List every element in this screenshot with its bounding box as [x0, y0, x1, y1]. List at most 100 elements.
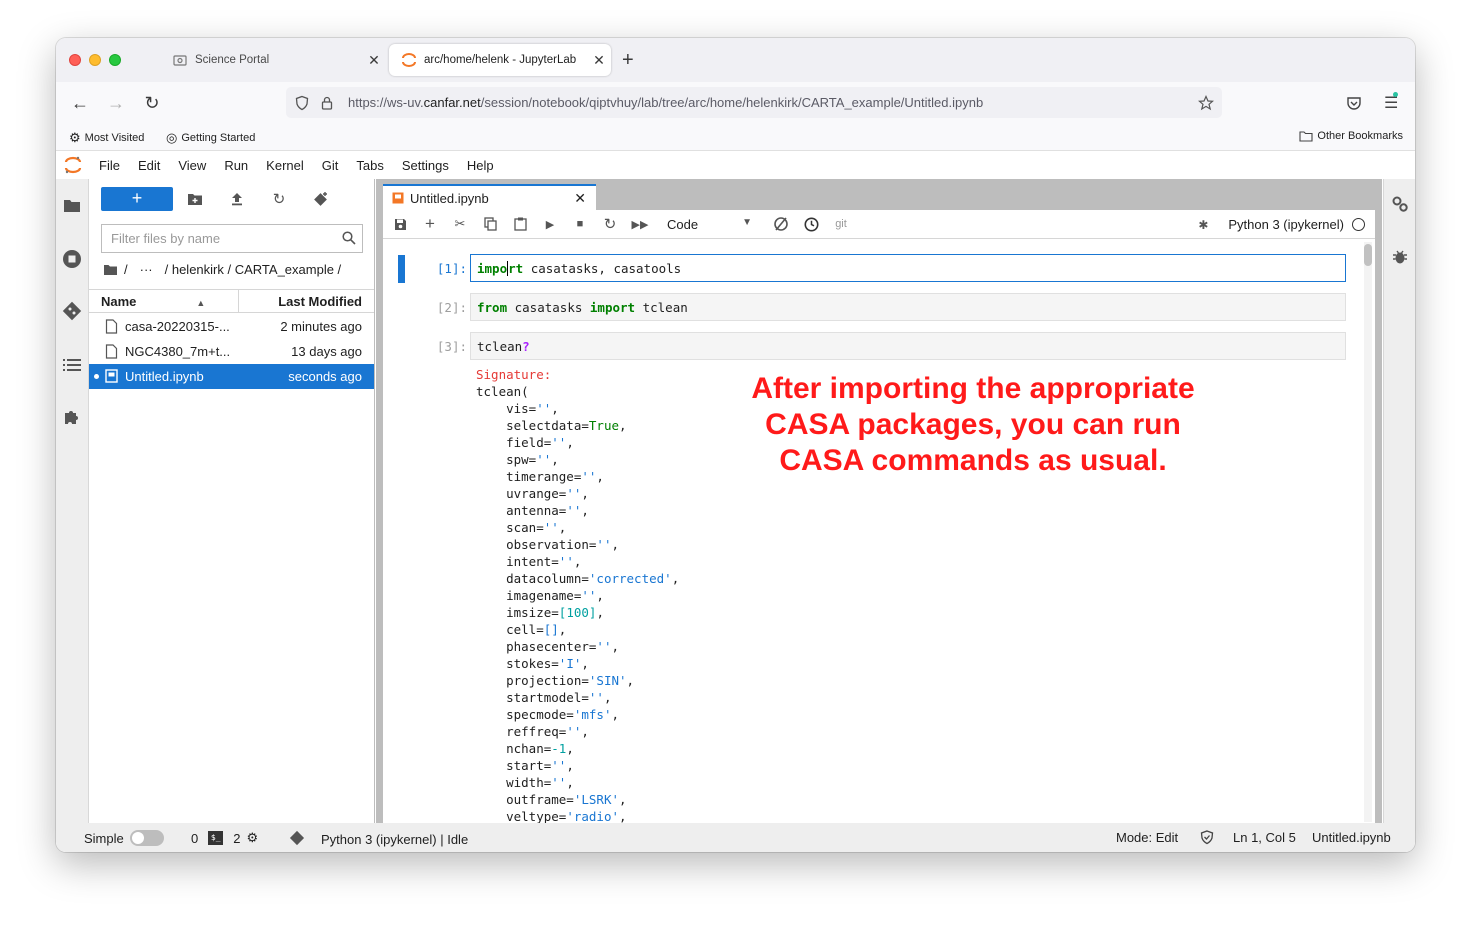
save-icon[interactable] — [385, 214, 415, 234]
document-tabbar: Untitled.ipynb ✕ — [376, 179, 1382, 210]
close-tab-icon[interactable]: ✕ — [587, 52, 611, 69]
file-row-selected[interactable]: Untitled.ipynb seconds ago — [89, 364, 374, 389]
bookmark-label: Other Bookmarks — [1317, 130, 1403, 142]
file-row[interactable]: NGC4380_7m+t... 13 days ago — [89, 339, 374, 364]
run-cell-icon[interactable]: ▶ — [535, 214, 565, 234]
breadcrumb-root[interactable]: / — [124, 262, 128, 277]
right-sidebar — [1383, 179, 1415, 824]
bookmark-star-icon[interactable] — [1198, 94, 1214, 111]
cell-type-value: Code — [667, 216, 699, 232]
extensions-puzzle-icon[interactable] — [62, 407, 82, 427]
upload-icon[interactable] — [229, 191, 245, 207]
menu-settings[interactable]: Settings — [393, 158, 458, 173]
breadcrumb-ellipsis[interactable]: ··· — [140, 262, 153, 277]
file-browser-toolbar: + ↻ — [89, 179, 374, 219]
jupyter-favicon-icon — [401, 52, 417, 68]
new-folder-icon[interactable] — [187, 191, 203, 207]
running-sessions-icon[interactable] — [62, 249, 82, 269]
menu-tabs[interactable]: Tabs — [347, 158, 392, 173]
filter-files-input[interactable]: Filter files by name — [101, 224, 363, 253]
menu-edit[interactable]: Edit — [129, 158, 169, 173]
folder-icon[interactable] — [62, 195, 82, 215]
toggle-switch[interactable] — [129, 830, 164, 846]
minimize-window-button[interactable] — [89, 54, 101, 66]
close-window-button[interactable] — [69, 54, 81, 66]
close-tab-icon[interactable]: ✕ — [362, 52, 386, 69]
kernel-sync-icon[interactable] — [766, 214, 796, 234]
gear-icon: ⚙ — [69, 130, 81, 145]
git-label[interactable]: git — [826, 214, 856, 234]
pocket-icon[interactable] — [1346, 95, 1362, 111]
back-icon[interactable]: ← — [69, 92, 91, 114]
menu-help[interactable]: Help — [458, 158, 503, 173]
close-tab-icon[interactable]: ✕ — [574, 190, 586, 207]
scrollbar-thumb[interactable] — [1364, 244, 1372, 266]
column-modified-header[interactable]: Last Modified — [278, 294, 362, 309]
kernel-chip-icon: ⚙ — [246, 830, 259, 845]
status-bar: Simple 0 $_ 2 ⚙ Python 3 (ipykernel) | I… — [56, 823, 1415, 852]
git-icon[interactable] — [62, 301, 82, 321]
shield-icon[interactable] — [294, 95, 310, 111]
kernel-status[interactable]: Python 3 (ipykernel) | Idle — [289, 830, 468, 849]
new-tab-icon[interactable]: + — [622, 50, 634, 70]
zoom-window-button[interactable] — [109, 54, 121, 66]
bookmark-label: Most Visited — [84, 132, 145, 144]
bookmark-most-visited[interactable]: ⚙ Most Visited — [69, 130, 144, 146]
clock-icon[interactable] — [796, 214, 826, 234]
browser-tab-science-portal[interactable]: Science Portal ✕ — [160, 44, 386, 76]
menu-file[interactable]: File — [90, 158, 129, 173]
code-cell-editor[interactable]: tclean? — [470, 332, 1346, 360]
cursor-position[interactable]: Ln 1, Col 5 — [1233, 830, 1296, 845]
search-icon — [342, 231, 356, 248]
menu-run[interactable]: Run — [215, 158, 257, 173]
debugger-bug-icon[interactable]: ✱ — [1198, 218, 1208, 232]
tab-untitled-notebook[interactable]: Untitled.ipynb ✕ — [383, 184, 596, 210]
url-bar[interactable]: https://ws-uv.canfar.net/session/noteboo… — [286, 87, 1222, 118]
menu-git[interactable]: Git — [313, 158, 348, 173]
file-modified: 2 minutes ago — [280, 319, 362, 334]
trusted-shield-icon[interactable] — [1200, 830, 1214, 845]
kernel-indicator[interactable]: ✱ Python 3 (ipykernel) — [1198, 217, 1365, 232]
lock-icon[interactable] — [320, 96, 334, 110]
breadcrumb: / ··· / helenkirk / CARTA_example / — [103, 262, 341, 277]
restart-run-all-icon[interactable]: ▶▶ — [625, 214, 655, 234]
other-bookmarks[interactable]: Other Bookmarks — [1299, 130, 1403, 142]
running-indicator — [94, 374, 99, 379]
notebook-scrollbar[interactable] — [1364, 242, 1372, 822]
refresh-icon[interactable]: ↻ — [271, 191, 287, 208]
code-cell-editor[interactable]: from casatasks import tclean — [470, 293, 1346, 321]
home-folder-icon[interactable] — [103, 264, 118, 276]
interrupt-kernel-icon[interactable]: ■ — [565, 214, 595, 234]
reload-icon[interactable]: ↻ — [141, 92, 163, 114]
cell-type-select[interactable]: Code ▼ — [667, 217, 752, 232]
bookmark-getting-started[interactable]: ◎ Getting Started — [166, 130, 255, 146]
chevron-down-icon: ▼ — [742, 216, 752, 228]
cell-prompt: [3]: — [436, 339, 467, 354]
running-terminals[interactable]: 0 $_ 2 ⚙ — [191, 830, 258, 846]
restart-kernel-icon[interactable]: ↻ — [595, 214, 625, 234]
simple-mode-toggle[interactable]: Simple — [84, 830, 164, 846]
git-clone-icon[interactable] — [313, 191, 329, 207]
browser-tab-title: Science Portal — [195, 54, 270, 66]
science-portal-favicon-icon — [172, 52, 188, 68]
property-inspector-icon[interactable] — [1391, 195, 1409, 216]
menu-kernel[interactable]: Kernel — [257, 158, 313, 173]
file-row[interactable]: casa-20220315-... 2 minutes ago — [89, 314, 374, 339]
file-list-header: Name ▲ Last Modified — [89, 289, 374, 313]
copy-icon[interactable] — [475, 214, 505, 234]
kernel-name: Python 3 (ipykernel) — [1228, 217, 1344, 232]
forward-icon[interactable]: → — [105, 92, 127, 114]
column-name-header[interactable]: Name ▲ — [101, 294, 205, 309]
code-cell-editor[interactable]: import casatasks, casatools — [470, 254, 1346, 282]
cut-icon[interactable]: ✂ — [445, 214, 475, 234]
new-launcher-button[interactable]: + — [101, 187, 173, 211]
insert-cell-icon[interactable]: + — [415, 214, 445, 234]
breadcrumb-path[interactable]: / helenkirk / CARTA_example / — [165, 262, 342, 277]
table-of-contents-icon[interactable] — [62, 355, 82, 375]
menu-view[interactable]: View — [169, 158, 215, 173]
paste-icon[interactable] — [505, 214, 535, 234]
browser-tab-jupyterlab[interactable]: arc/home/helenk - JupyterLab ✕ — [389, 44, 611, 76]
file-name: Untitled.ipynb — [125, 369, 204, 384]
debugger-icon[interactable] — [1392, 249, 1408, 268]
kernel-idle-icon — [1352, 218, 1365, 231]
